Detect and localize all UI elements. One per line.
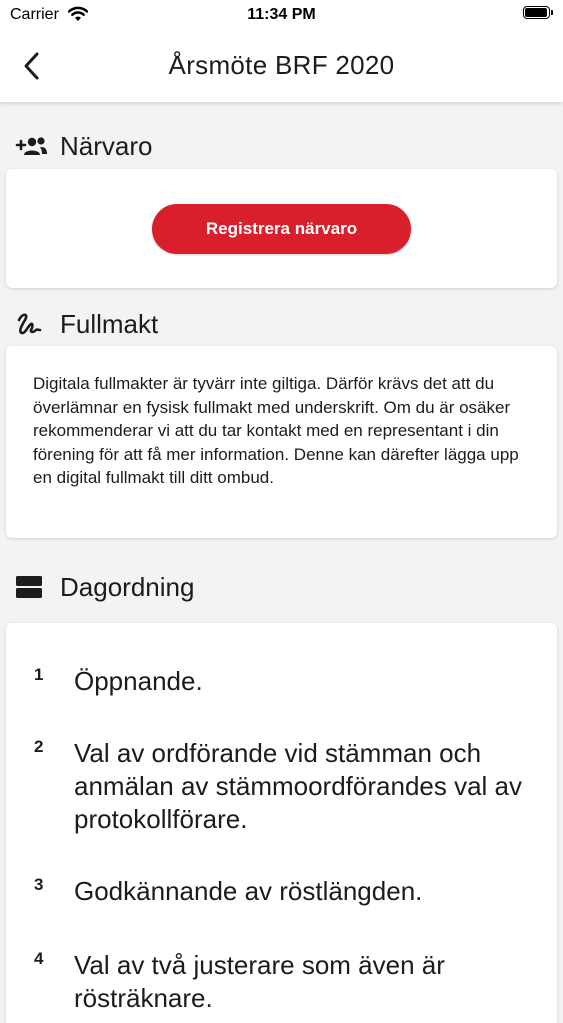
agenda-item-text: Val av två justerare som även är rösträk…	[74, 950, 445, 1013]
proxy-section-header: Fullmakt	[14, 309, 158, 339]
agenda-icon	[14, 572, 48, 602]
proxy-info-text: Digitala fullmakter är tyvärr inte gilti…	[33, 374, 519, 487]
signature-icon	[14, 309, 48, 339]
agenda-item-number: 3	[34, 875, 44, 894]
agenda-section-title: Dagordning	[60, 571, 195, 602]
agenda-item-text: Val av ordförande vid stämman och anmäla…	[74, 738, 523, 834]
agenda-item-number: 4	[34, 949, 44, 968]
battery-icon	[523, 6, 553, 21]
register-attendance-button[interactable]: Registrera närvaro	[152, 204, 411, 254]
attendance-section-header: Närvaro	[14, 131, 152, 161]
agenda-item-text: Öppnande.	[74, 666, 203, 696]
agenda-item-number: 1	[34, 665, 44, 684]
attendance-section-title: Närvaro	[60, 130, 153, 161]
attendance-card: Registrera närvaro	[6, 169, 557, 288]
add-group-icon	[14, 131, 48, 161]
proxy-section-title: Fullmakt	[60, 308, 159, 339]
page-title: Årsmöte BRF 2020	[168, 50, 395, 80]
navigation-bar: Årsmöte BRF 2020	[0, 30, 563, 102]
status-bar: Carrier 11:34 PM	[0, 0, 563, 30]
agenda-section-header: Dagordning	[14, 572, 194, 602]
proxy-card: Digitala fullmakter är tyvärr inte gilti…	[6, 346, 557, 538]
status-time: 11:34 PM	[247, 6, 316, 23]
agenda-card: 1 Öppnande. 2 Val av ordförande vid stäm…	[6, 623, 557, 1023]
agenda-item-text: Godkännande av röstlängden.	[74, 876, 423, 906]
agenda-item-number: 2	[34, 737, 44, 756]
